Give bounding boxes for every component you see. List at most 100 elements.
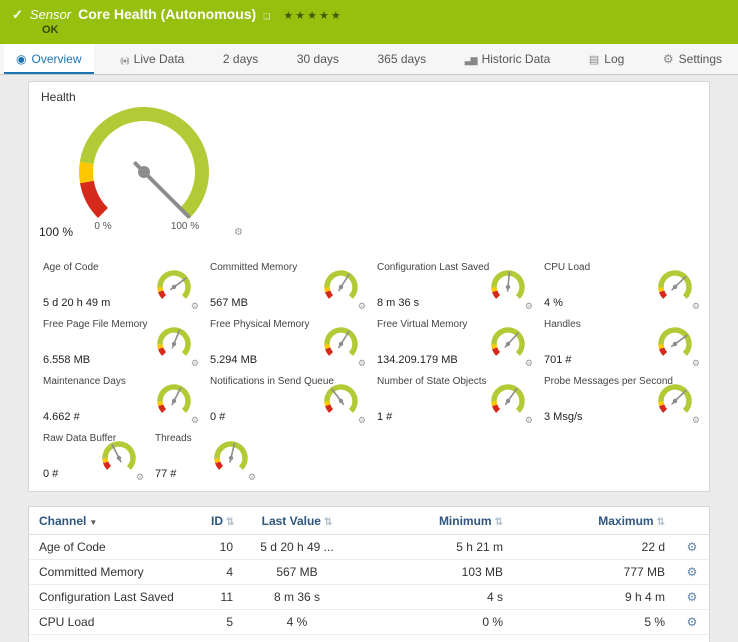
channel-gauge-cell-handles: Handles701 #⚙ [538, 316, 705, 373]
channel-settings-icon[interactable]: ⚙ [234, 227, 243, 238]
channel-row-configuration-last-saved[interactable]: Configuration Last Saved118 m 36 s4 s9 h… [29, 585, 709, 610]
channel-row-cpu-load[interactable]: CPU Load54 %0 %5 %⚙ [29, 610, 709, 635]
cell-last-value: 5 d 20 h 49 ... [243, 535, 351, 560]
channel-settings-icon[interactable]: ⚙ [136, 472, 144, 483]
cell-channel: Downtime [29, 635, 201, 642]
mini-gauge-dial [649, 380, 701, 420]
channel-row-committed-memory[interactable]: Committed Memory4567 MB103 MB777 MB⚙ [29, 560, 709, 585]
svg-text:0 %: 0 % [94, 221, 111, 232]
channel-settings-icon[interactable]: ⚙ [191, 415, 199, 426]
tab-log[interactable]: Log [577, 44, 636, 74]
status-badge: OK [42, 24, 728, 36]
channel-settings-icon[interactable]: ⚙ [525, 415, 533, 426]
mini-gauge-dial [482, 266, 534, 306]
channel-gauge-value: 4.662 # [43, 411, 80, 423]
column-header-maximum[interactable]: Maximum⇅ [513, 507, 675, 535]
log-icon [589, 52, 599, 66]
channel-gauge-cell-free-page-file-memory: Free Page File Memory6.558 MB⚙ [37, 316, 204, 373]
tab-label: Log [604, 52, 624, 66]
tab-historic-data[interactable]: Historic Data [453, 44, 563, 74]
channel-gauge-value: 5.294 MB [210, 354, 257, 366]
channel-settings-icon[interactable]: ⚙ [191, 358, 199, 369]
cell-minimum [351, 635, 513, 642]
priority-stars[interactable]: ★★★★★ [283, 9, 342, 22]
mini-gauge-dial [148, 266, 200, 306]
mini-gauge-dial [649, 323, 701, 363]
cell-id: 5 [201, 610, 243, 635]
tab-2-days[interactable]: 2 days [211, 44, 270, 74]
channel-settings-icon[interactable]: ⚙ [525, 358, 533, 369]
column-header-last-value[interactable]: Last Value⇅ [243, 507, 351, 535]
tab-settings[interactable]: Settings [651, 44, 734, 74]
settings-icon [663, 52, 674, 66]
tab-label: Overview [31, 52, 81, 66]
svg-text:100 %: 100 % [171, 221, 199, 232]
channel-gauge-value: 6.558 MB [43, 354, 90, 366]
channel-table: Channel▼ID⇅Last Value⇅Minimum⇅Maximum⇅ A… [29, 507, 709, 642]
column-header-tools [675, 507, 709, 535]
mini-gauge-dial [482, 323, 534, 363]
mini-gauge-dial [649, 266, 701, 306]
channel-gauge-cell-probe-messages-per-second: Probe Messages per Second3 Msg/s⚙ [538, 373, 705, 430]
cell-last-value: 4 % [243, 610, 351, 635]
channel-gauge-value: 567 MB [210, 297, 248, 309]
column-header-channel[interactable]: Channel▼ [29, 507, 201, 535]
cell-maximum: 9 h 4 m [513, 585, 675, 610]
channel-settings-icon[interactable]: ⚙ [358, 358, 366, 369]
sort-both-icon: ⇅ [495, 517, 503, 528]
tab-30-days[interactable]: 30 days [285, 44, 351, 74]
channel-row-downtime[interactable]: Downtime-4⚙ [29, 635, 709, 642]
channel-settings-icon[interactable]: ⚙ [692, 301, 700, 312]
cell-last-value: 567 MB [243, 560, 351, 585]
object-kind-label: Sensor [30, 7, 71, 22]
tab-label: Live Data [134, 52, 185, 66]
mini-gauge-bottom-row: Raw Data Buffer0 #⚙Threads77 #⚙ [37, 430, 705, 487]
column-label: Channel [39, 514, 86, 528]
sort-both-icon: ⇅ [226, 517, 234, 528]
column-label: Last Value [262, 514, 321, 528]
cell-id: 11 [201, 585, 243, 610]
channel-gauge-cell-free-physical-memory: Free Physical Memory5.294 MB⚙ [204, 316, 371, 373]
channel-gauge-cell-threads: Threads77 #⚙ [149, 430, 261, 487]
cell-minimum: 4 s [351, 585, 513, 610]
cell-maximum: 777 MB [513, 560, 675, 585]
channel-settings-icon[interactable]: ⚙ [692, 415, 700, 426]
channel-settings-icon[interactable]: ⚙ [687, 540, 698, 554]
sort-desc-icon: ▼ [89, 518, 97, 527]
sensor-header: ✓ Sensor Core Health (Autonomous) ★★★★★ … [0, 0, 738, 44]
channel-settings-icon[interactable]: ⚙ [358, 415, 366, 426]
channel-gauge-value: 0 # [210, 411, 225, 423]
channel-settings-icon[interactable]: ⚙ [358, 301, 366, 312]
tab-bar: Overview Live Data 2 days 30 days 365 days Hi… [0, 44, 738, 75]
channel-settings-icon[interactable]: ⚙ [692, 358, 700, 369]
channel-row-age-of-code[interactable]: Age of Code105 d 20 h 49 ...5 h 21 m22 d… [29, 535, 709, 560]
channel-settings-icon[interactable]: ⚙ [687, 615, 698, 629]
column-header-id[interactable]: ID⇅ [201, 507, 243, 535]
cell-channel: CPU Load [29, 610, 201, 635]
channel-settings-icon[interactable]: ⚙ [191, 301, 199, 312]
channel-gauge-value: 8 m 36 s [377, 297, 419, 309]
channel-settings-icon[interactable]: ⚙ [687, 565, 698, 579]
cell-channel: Committed Memory [29, 560, 201, 585]
mini-gauge-dial [482, 380, 534, 420]
health-gauge-dial: 0 % 100 % [59, 100, 229, 240]
channel-gauge-cell-notifications-in-send-queue: Notifications in Send Queue0 #⚙ [204, 373, 371, 430]
channel-gauge-cell-maintenance-days: Maintenance Days4.662 #⚙ [37, 373, 204, 430]
channel-settings-icon[interactable]: ⚙ [687, 590, 698, 604]
tab-overview[interactable]: Overview [4, 44, 94, 74]
channel-gauge-cell-free-virtual-memory: Free Virtual Memory134.209.179 MB⚙ [371, 316, 538, 373]
mini-gauge-dial [315, 323, 367, 363]
channel-gauge-cell-raw-data-buffer: Raw Data Buffer0 #⚙ [37, 430, 149, 487]
channel-gauge-value: 3 Msg/s [544, 411, 583, 423]
channel-settings-icon[interactable]: ⚙ [248, 472, 256, 483]
cell-id: -4 [201, 635, 243, 642]
column-header-minimum[interactable]: Minimum⇅ [351, 507, 513, 535]
tab-live-data[interactable]: Live Data [108, 44, 196, 74]
tab-365-days[interactable]: 365 days [365, 44, 438, 74]
mini-gauge-grid: Age of Code5 d 20 h 49 m⚙Committed Memor… [37, 259, 705, 430]
cell-maximum: 22 d [513, 535, 675, 560]
channel-settings-icon[interactable]: ⚙ [525, 301, 533, 312]
tab-label: 365 days [377, 52, 426, 66]
channel-gauge-cell-cpu-load: CPU Load4 %⚙ [538, 259, 705, 316]
cell-minimum: 5 h 21 m [351, 535, 513, 560]
